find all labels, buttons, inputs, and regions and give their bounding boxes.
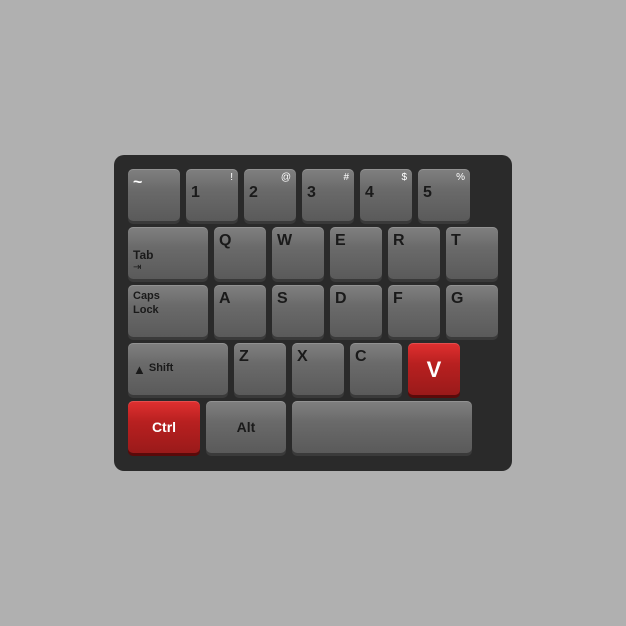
shift-arrow-icon: ▲ [133, 362, 146, 377]
key-r[interactable]: R [388, 227, 440, 279]
key-ctrl-label: Ctrl [152, 419, 176, 436]
key-tilde-label: ~ [133, 175, 142, 191]
key-4-main: 4 [365, 185, 407, 201]
key-3-main: 3 [307, 185, 349, 201]
key-caps-lock[interactable]: CapsLock [128, 285, 208, 337]
keyboard-row-2: Tab ⇥ Q W E R T [128, 227, 498, 279]
key-x-label: X [297, 349, 308, 365]
key-tab-arrows: ⇥ [133, 262, 141, 273]
key-4-top: $ [401, 173, 407, 183]
key-e[interactable]: E [330, 227, 382, 279]
key-tilde[interactable]: ~ [128, 169, 180, 221]
key-w[interactable]: W [272, 227, 324, 279]
key-ctrl[interactable]: Ctrl [128, 401, 200, 453]
key-1-main: 1 [191, 185, 233, 201]
key-4[interactable]: $ 4 [360, 169, 412, 221]
key-q-label: Q [219, 233, 231, 249]
key-v-label: V [427, 359, 442, 381]
key-shift-label: Shift [149, 362, 173, 375]
key-x[interactable]: X [292, 343, 344, 395]
keyboard-row-3: CapsLock A S D F G [128, 285, 498, 337]
keyboard: ~ ! 1 @ 2 # 3 $ 4 [114, 155, 512, 471]
key-tab[interactable]: Tab ⇥ [128, 227, 208, 279]
key-r-label: R [393, 233, 405, 249]
key-tab-label: Tab [133, 248, 153, 262]
key-g[interactable]: G [446, 285, 498, 337]
key-1-top: ! [230, 173, 233, 183]
key-3[interactable]: # 3 [302, 169, 354, 221]
key-f[interactable]: F [388, 285, 440, 337]
key-3-top: # [343, 173, 349, 183]
key-space[interactable] [292, 401, 472, 453]
key-1[interactable]: ! 1 [186, 169, 238, 221]
key-2-top: @ [281, 173, 291, 183]
key-t-label: T [451, 233, 461, 249]
key-w-label: W [277, 233, 292, 249]
key-s[interactable]: S [272, 285, 324, 337]
key-c-label: C [355, 349, 367, 365]
key-d[interactable]: D [330, 285, 382, 337]
key-g-label: G [451, 291, 463, 307]
key-alt[interactable]: Alt [206, 401, 286, 453]
keyboard-row-4: ▲ Shift Z X C V [128, 343, 498, 395]
key-f-label: F [393, 291, 403, 307]
key-q[interactable]: Q [214, 227, 266, 279]
keyboard-row-5: Ctrl Alt [128, 401, 498, 453]
key-a[interactable]: A [214, 285, 266, 337]
key-shift[interactable]: ▲ Shift [128, 343, 228, 395]
key-2-main: 2 [249, 185, 291, 201]
key-2[interactable]: @ 2 [244, 169, 296, 221]
key-shift-inner: ▲ Shift [133, 362, 173, 377]
key-alt-label: Alt [237, 419, 256, 436]
key-s-label: S [277, 291, 288, 307]
key-5[interactable]: % 5 [418, 169, 470, 221]
key-v[interactable]: V [408, 343, 460, 395]
key-a-label: A [219, 291, 231, 307]
key-t[interactable]: T [446, 227, 498, 279]
key-5-top: % [456, 173, 465, 183]
key-c[interactable]: C [350, 343, 402, 395]
key-5-main: 5 [423, 185, 465, 201]
key-z-label: Z [239, 349, 249, 365]
key-caps-lock-label: CapsLock [133, 289, 160, 318]
key-z[interactable]: Z [234, 343, 286, 395]
key-e-label: E [335, 233, 346, 249]
keyboard-row-1: ~ ! 1 @ 2 # 3 $ 4 [128, 169, 498, 221]
key-d-label: D [335, 291, 347, 307]
